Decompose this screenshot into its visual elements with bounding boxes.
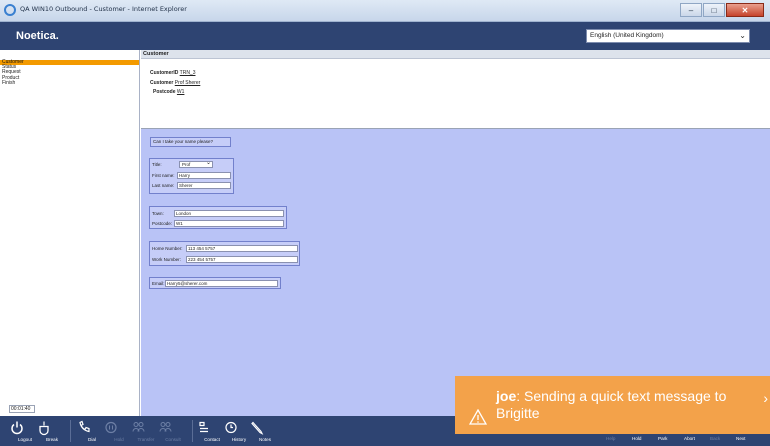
consult-button[interactable]: Consult — [158, 419, 188, 442]
transfer-people-icon — [132, 422, 145, 432]
customer-postcode-value[interactable]: W1 — [177, 89, 185, 95]
section-title: Customer — [141, 50, 770, 59]
contact-icon — [199, 421, 208, 433]
town-label: Town: — [152, 211, 164, 216]
window-controls: – □ ✕ — [680, 3, 764, 17]
notification-message: : Sending a quick text message to Brigit… — [496, 388, 727, 421]
back-button[interactable]: Back — [710, 436, 720, 441]
first-name-field[interactable]: Harry — [177, 172, 231, 179]
message-notification[interactable]: joe: Sending a quick text message to Bri… — [455, 376, 770, 434]
toolbar-divider — [192, 420, 193, 442]
chevron-right-icon[interactable]: › — [763, 390, 768, 406]
last-name-field[interactable]: Sherer — [177, 182, 231, 189]
toolbar-divider — [70, 420, 71, 442]
chevron-down-icon: ⌄ — [739, 31, 746, 40]
hold-button[interactable]: Hold — [104, 419, 134, 442]
contact-label: Contact — [204, 437, 220, 442]
contact-button[interactable]: Contact — [197, 419, 227, 442]
work-number-label: Work Number: — [152, 257, 181, 262]
title-select-value: Prof — [182, 162, 191, 167]
town-field[interactable]: London — [174, 210, 284, 217]
transfer-label: Transfer — [137, 437, 155, 442]
language-select[interactable]: English (United Kingdom) ⌄ — [586, 29, 750, 43]
notes-button[interactable]: Notes — [250, 419, 280, 442]
script-navigation-panel: Customer Status Request Product Finish 0… — [0, 50, 140, 416]
window-title: QA WIN10 Outbound - Customer - Internet … — [20, 5, 187, 13]
customer-name-value[interactable]: Prof Sherer — [175, 80, 201, 86]
logout-label: Logout — [17, 437, 33, 442]
last-name-label: Last name: — [152, 183, 175, 188]
call-timer: 00:01:40 — [9, 405, 35, 413]
call-hold-button[interactable]: Hold — [632, 436, 641, 441]
dial-label: Dial — [88, 437, 96, 442]
customer-id-label: CustomerID — [150, 70, 179, 76]
customer-info-panel: CustomerID TRN_3 Customer Prof Sherer Po… — [141, 59, 770, 129]
main-content: Customer CustomerID TRN_3 Customer Prof … — [141, 50, 770, 416]
power-icon — [11, 421, 23, 435]
title-label: Title: — [152, 162, 162, 167]
notification-text: joe: Sending a quick text message to Bri… — [496, 388, 756, 422]
abort-button[interactable]: Abort — [684, 436, 695, 441]
internet-explorer-icon — [4, 4, 16, 16]
nav-item-finish[interactable]: Finish — [0, 80, 139, 86]
customer-postcode-row: Postcode W1 — [153, 89, 184, 95]
postcode-field[interactable]: W1 — [174, 220, 284, 227]
notes-label: Notes — [258, 437, 271, 442]
clock-icon — [225, 421, 237, 434]
home-number-field[interactable]: 113 454 5757 — [186, 245, 298, 252]
next-button[interactable]: Next — [736, 436, 745, 441]
customer-postcode-label: Postcode — [153, 89, 176, 95]
consult-label: Consult — [165, 437, 181, 442]
email-label: Email: — [152, 281, 165, 286]
coffee-cup-icon — [39, 421, 49, 436]
minimize-button[interactable]: – — [680, 3, 702, 17]
title-select[interactable]: Prof ⌄ — [179, 160, 213, 168]
language-select-value: English (United Kingdom) — [590, 32, 664, 39]
question-prompt: Can I take your name please? — [150, 137, 231, 147]
work-number-field[interactable]: 223 454 5757 — [186, 256, 298, 263]
break-button[interactable]: Break — [37, 419, 67, 442]
phone-group: Home Number: 113 454 5757 Work Number: 2… — [149, 241, 300, 266]
home-number-label: Home Number: — [152, 246, 183, 251]
dial-button[interactable]: Dial — [77, 419, 107, 442]
customer-name-row: Customer Prof Sherer — [150, 80, 200, 86]
address-group: Town: London Postcode: W1 — [149, 206, 287, 229]
phone-icon — [79, 420, 90, 433]
postcode-label: Postcode: — [152, 221, 173, 226]
consult-people-icon — [159, 422, 172, 432]
customer-id-value[interactable]: TRN_3 — [180, 70, 196, 76]
window-title-bar: QA WIN10 Outbound - Customer - Internet … — [0, 0, 770, 22]
park-button[interactable]: Park — [658, 436, 667, 441]
warning-icon — [469, 409, 487, 425]
maximize-button[interactable]: □ — [703, 3, 725, 17]
pause-icon — [105, 421, 117, 434]
noetica-logo: Noetica. — [16, 30, 59, 42]
notification-sender: joe — [496, 388, 517, 404]
help-button[interactable]: Help — [606, 436, 615, 441]
browser-window: QA WIN10 Outbound - Customer - Internet … — [0, 0, 770, 446]
break-label: Break — [45, 437, 58, 442]
close-button[interactable]: ✕ — [726, 3, 764, 17]
customer-name-label: Customer — [150, 80, 174, 86]
script-form: Can I take your name please? Title: Prof… — [141, 129, 770, 416]
email-group: Email: Harry5@sherer.com — [149, 277, 281, 289]
logout-button[interactable]: Logout — [10, 419, 40, 442]
hold-label: Hold — [114, 437, 124, 442]
email-field[interactable]: Harry5@sherer.com — [165, 280, 278, 287]
app-header: Noetica. English (United Kingdom) ⌄ — [0, 22, 770, 50]
first-name-label: First name: — [152, 173, 175, 178]
name-group: Title: Prof ⌄ First name: Harry Last nam… — [149, 158, 234, 194]
transfer-button[interactable]: Transfer — [131, 419, 161, 442]
customer-id-row: CustomerID TRN_3 — [150, 70, 196, 76]
chevron-down-icon: ⌄ — [205, 160, 211, 166]
pencil-icon — [251, 421, 264, 435]
